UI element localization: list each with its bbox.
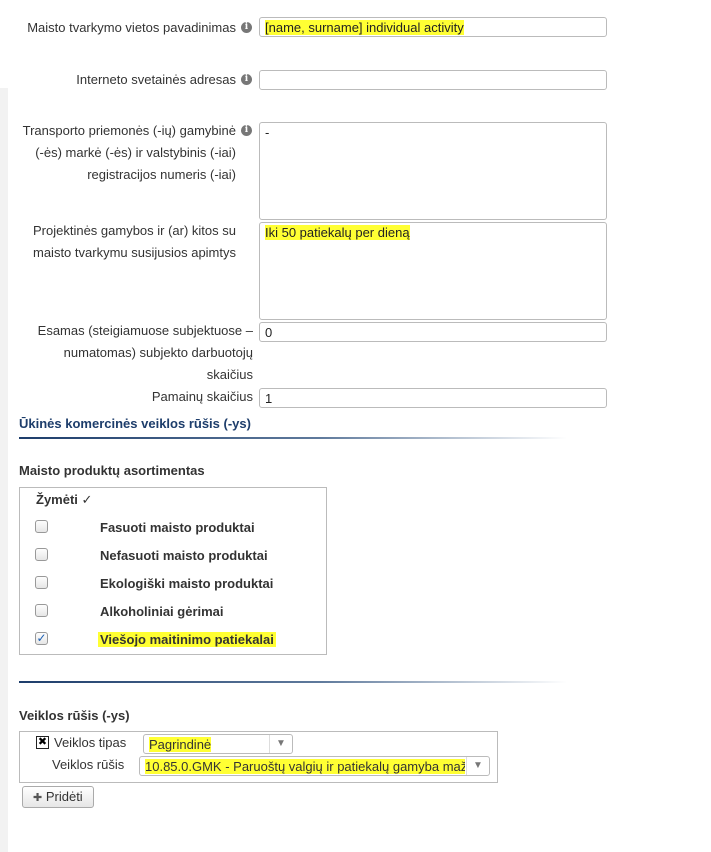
type-select[interactable]: Pagrindinė ▼ — [143, 734, 293, 754]
name-label: Maisto tvarkymo vietos pavadinimas — [27, 20, 236, 35]
type-value: Pagrindinė — [149, 737, 212, 752]
mark-header: Žymėti ✓ — [36, 492, 93, 507]
production-label-line1: Projektinės gamybos ir (ar) kitos su — [32, 223, 236, 238]
kind-value: 10.85.0.GMK - Paruoštų valgių ir patieka… — [145, 759, 465, 774]
shifts-input[interactable]: 1 — [259, 388, 607, 408]
checkbox-alkoholiniai[interactable] — [35, 604, 48, 617]
checkbox-viesojo[interactable]: ✓ — [35, 632, 48, 645]
left-panel-strip — [0, 88, 8, 852]
assortment-item-label: Nefasuoti maisto produktai — [100, 548, 268, 563]
production-label-line2: maisto tvarkymu susijusios apimtys — [33, 245, 236, 260]
chevron-down-icon: ▼ — [269, 735, 292, 753]
chevron-down-icon: ▼ — [466, 757, 489, 775]
add-button-label: Pridėti — [45, 789, 83, 804]
website-input[interactable] — [259, 70, 607, 90]
activity-separator — [19, 681, 567, 683]
employees-label-line1: Esamas (steigiamuose subjektuose – — [37, 323, 253, 338]
section-separator — [19, 437, 567, 439]
kind-label: Veiklos rūšis — [52, 757, 125, 772]
activity-title: Veiklos rūšis (-ys) — [19, 708, 130, 723]
transport-label-line1: Transporto priemonės (-ių) gamybinė — [22, 123, 236, 138]
transport-label-line2: (-ės) markė (-ės) ir valstybinis (-iai) — [35, 145, 236, 160]
assortment-item-label: Fasuoti maisto produktai — [100, 520, 255, 535]
employees-input[interactable]: 0 — [259, 322, 607, 342]
kind-select[interactable]: 10.85.0.GMK - Paruoštų valgių ir patieka… — [139, 756, 490, 776]
checkbox-ekologiski[interactable] — [35, 576, 48, 589]
info-icon[interactable]: i — [241, 22, 252, 33]
remove-icon[interactable]: ✖ — [36, 736, 49, 749]
production-value: Iki 50 patiekalų per dieną — [265, 225, 410, 240]
assortment-item-label: Ekologiški maisto produktai — [100, 576, 274, 591]
employees-label-line2: numatomas) subjekto darbuotojų — [63, 345, 253, 360]
website-label: Interneto svetainės adresas — [76, 72, 236, 87]
plus-icon: ✚ — [33, 792, 43, 804]
transport-textarea[interactable]: - — [259, 122, 607, 220]
checkmark-icon: ✓ — [36, 631, 47, 645]
name-input[interactable]: [name, surname] individual activity — [259, 17, 607, 37]
name-value: [name, surname] individual activity — [265, 20, 464, 35]
checkbox-nefasuoti[interactable] — [35, 548, 48, 561]
transport-label-line3: registracijos numeris (-iai) — [87, 167, 236, 182]
assortment-title: Maisto produktų asortimentas — [19, 463, 205, 478]
assortment-item-label: Alkoholiniai gėrimai — [100, 604, 224, 619]
assortment-item-label: Viešojo maitinimo patiekalai — [98, 632, 276, 647]
info-icon[interactable]: i — [241, 125, 252, 136]
transport-label: Transporto priemonės (-ių) gamybinė (-ės… — [10, 120, 236, 186]
production-textarea[interactable]: Iki 50 patiekalų per dieną — [259, 222, 607, 320]
section-title: Ūkinės komercinės veiklos rūšis (-ys) — [19, 416, 251, 431]
production-label: Projektinės gamybos ir (ar) kitos su mai… — [10, 220, 236, 264]
checkbox-fasuoti[interactable] — [35, 520, 48, 533]
add-button[interactable]: ✚ Pridėti — [22, 786, 94, 808]
assortment-box: Žymėti ✓ Fasuoti maisto produktai Nefasu… — [19, 487, 327, 655]
activity-box: ✖ Veiklos tipas Pagrindinė ▼ Veiklos rūš… — [19, 731, 498, 783]
info-icon[interactable]: i — [241, 74, 252, 85]
employees-label: Esamas (steigiamuose subjektuose – numat… — [10, 320, 253, 386]
employees-label-line3: skaičius — [206, 367, 253, 382]
type-label: Veiklos tipas — [54, 735, 127, 750]
shifts-label: Pamainų skaičius — [151, 389, 253, 404]
